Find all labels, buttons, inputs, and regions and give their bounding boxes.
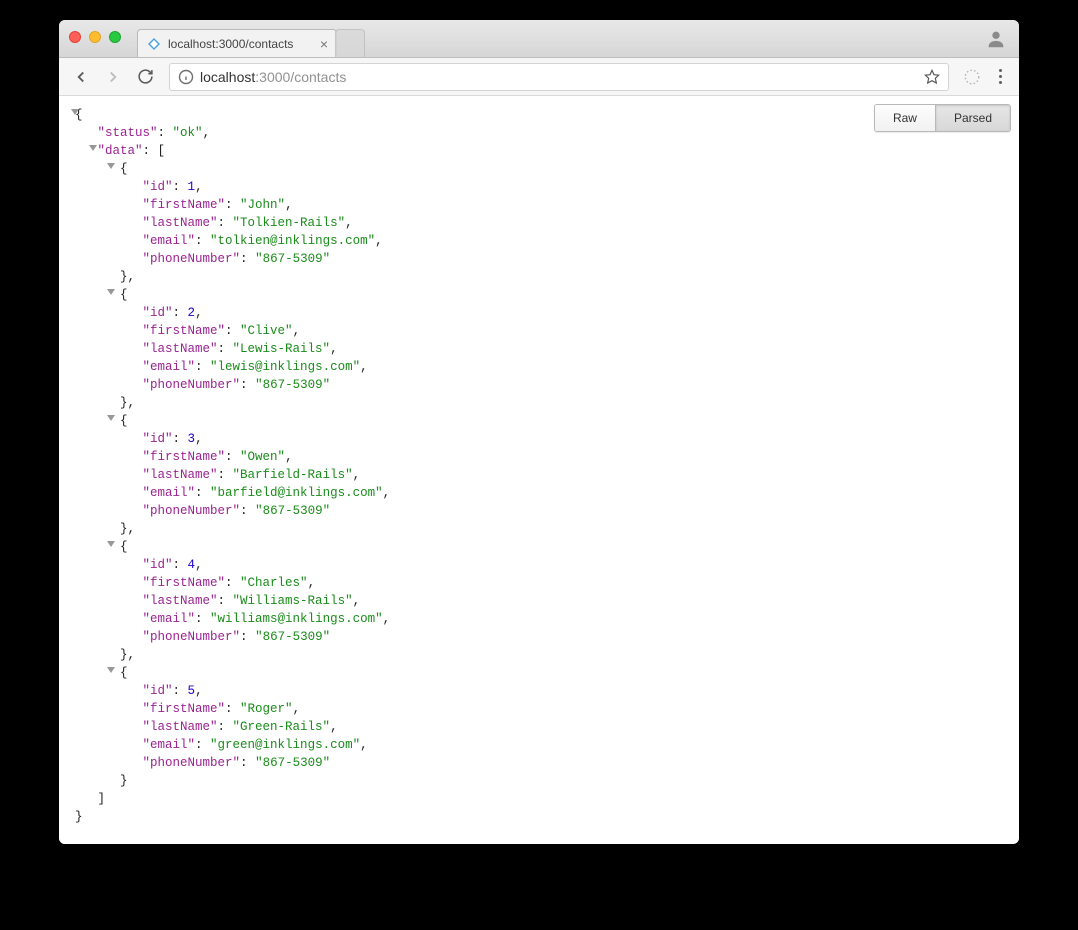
page-content: Raw Parsed { "status": "ok", "data": [ {… — [59, 96, 1019, 844]
json-line: { — [75, 286, 1011, 304]
json-line: "phoneNumber": "867-5309" — [75, 754, 1011, 772]
json-line: "firstName": "Roger", — [75, 700, 1011, 718]
json-line: "email": "williams@inklings.com", — [75, 610, 1011, 628]
collapse-arrow-icon[interactable] — [107, 415, 115, 421]
json-line: "id": 3, — [75, 430, 1011, 448]
json-line: }, — [75, 394, 1011, 412]
json-line: "email": "tolkien@inklings.com", — [75, 232, 1011, 250]
collapse-arrow-icon[interactable] — [89, 145, 97, 151]
json-line: { — [75, 412, 1011, 430]
minimize-window-button[interactable] — [89, 31, 101, 43]
collapse-arrow-icon[interactable] — [107, 289, 115, 295]
json-line: }, — [75, 268, 1011, 286]
json-line: "phoneNumber": "867-5309" — [75, 250, 1011, 268]
tab-title: localhost:3000/contacts — [168, 37, 314, 51]
json-line: { — [75, 538, 1011, 556]
back-button[interactable] — [67, 63, 95, 91]
json-line: "email": "lewis@inklings.com", — [75, 358, 1011, 376]
json-line: ] — [75, 790, 1011, 808]
json-line: { — [75, 664, 1011, 682]
json-line: { — [75, 160, 1011, 178]
new-tab-button[interactable] — [335, 29, 365, 57]
json-line: "firstName": "Charles", — [75, 574, 1011, 592]
tab-close-icon[interactable]: × — [320, 36, 328, 52]
json-line: "lastName": "Green-Rails", — [75, 718, 1011, 736]
json-line: "phoneNumber": "867-5309" — [75, 376, 1011, 394]
json-line: "id": 1, — [75, 178, 1011, 196]
json-line: "email": "green@inklings.com", — [75, 736, 1011, 754]
json-line: "id": 2, — [75, 304, 1011, 322]
json-line: { — [75, 106, 1011, 124]
collapse-arrow-icon[interactable] — [107, 667, 115, 673]
json-line: "phoneNumber": "867-5309" — [75, 502, 1011, 520]
json-line: "firstName": "Owen", — [75, 448, 1011, 466]
json-line: "firstName": "Clive", — [75, 322, 1011, 340]
toolbar: localhost:3000/contacts — [59, 58, 1019, 96]
collapse-arrow-icon[interactable] — [107, 163, 115, 169]
title-bar: localhost:3000/contacts × — [59, 20, 1019, 58]
json-line: "lastName": "Williams-Rails", — [75, 592, 1011, 610]
url-text: localhost:3000/contacts — [200, 69, 346, 85]
json-viewer: { "status": "ok", "data": [ { "id": 1, "… — [65, 102, 1013, 830]
json-line: "phoneNumber": "867-5309" — [75, 628, 1011, 646]
json-line: } — [75, 808, 1011, 826]
profile-icon[interactable] — [985, 28, 1007, 50]
json-line: }, — [75, 646, 1011, 664]
window-controls — [69, 31, 121, 43]
address-bar[interactable]: localhost:3000/contacts — [169, 63, 949, 91]
json-line: "lastName": "Lewis-Rails", — [75, 340, 1011, 358]
forward-button[interactable] — [99, 63, 127, 91]
extension-icon[interactable] — [963, 68, 981, 86]
menu-button[interactable] — [989, 69, 1011, 84]
maximize-window-button[interactable] — [109, 31, 121, 43]
collapse-arrow-icon[interactable] — [71, 109, 79, 115]
browser-tab-active[interactable]: localhost:3000/contacts × — [137, 29, 337, 57]
json-line: "firstName": "John", — [75, 196, 1011, 214]
json-line: } — [75, 772, 1011, 790]
bookmark-star-icon[interactable] — [924, 69, 940, 85]
json-line: "lastName": "Tolkien-Rails", — [75, 214, 1011, 232]
json-line: "email": "barfield@inklings.com", — [75, 484, 1011, 502]
close-window-button[interactable] — [69, 31, 81, 43]
site-info-icon[interactable] — [178, 69, 194, 85]
tab-strip: localhost:3000/contacts × — [137, 20, 365, 57]
favicon-icon — [146, 36, 162, 52]
browser-window: localhost:3000/contacts × localhost:3000… — [59, 20, 1019, 844]
json-line: "id": 5, — [75, 682, 1011, 700]
reload-button[interactable] — [131, 63, 159, 91]
json-line: "id": 4, — [75, 556, 1011, 574]
json-line: "status": "ok", — [75, 124, 1011, 142]
json-line: }, — [75, 520, 1011, 538]
collapse-arrow-icon[interactable] — [107, 541, 115, 547]
json-line: "lastName": "Barfield-Rails", — [75, 466, 1011, 484]
json-line: "data": [ — [75, 142, 1011, 160]
